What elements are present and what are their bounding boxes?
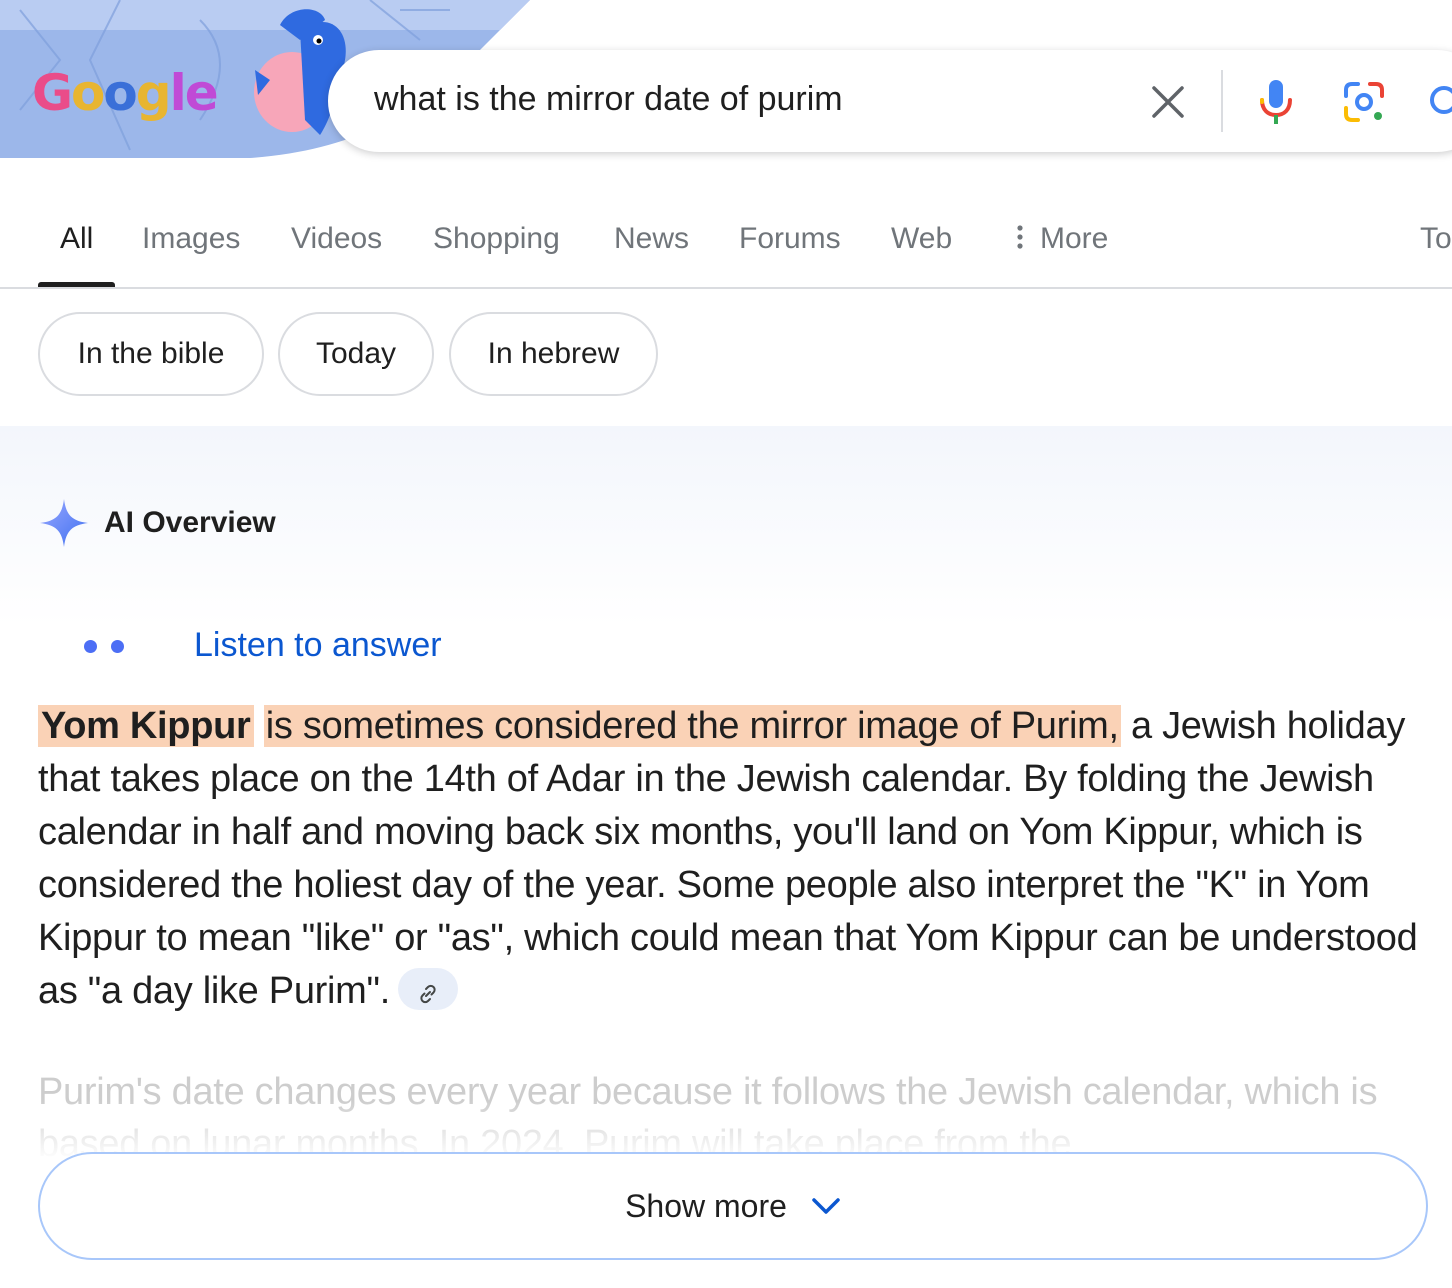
fade-overlay [0, 1100, 1452, 1160]
tab-more-label: More [1040, 222, 1109, 255]
listen-dots-icon[interactable] [84, 640, 138, 658]
answer-highlight-phrase: is sometimes considered the mirror image… [263, 705, 1121, 747]
answer-body: a Jewish holiday that takes place on the… [38, 705, 1418, 1012]
tab-forums[interactable]: Forums [739, 222, 841, 256]
answer-highlight-term: Yom Kippur [38, 705, 254, 747]
search-input[interactable]: what is the mirror date of purim [374, 80, 843, 119]
microphone-icon[interactable] [1246, 72, 1306, 132]
search-tabs: All Images Videos Shopping News Forums W… [0, 212, 1452, 288]
search-icon[interactable] [1422, 72, 1452, 132]
more-vert-icon [1017, 225, 1023, 249]
chip-in-the-bible[interactable]: In the bible [38, 312, 264, 396]
chevron-down-icon [812, 1198, 840, 1214]
show-more-button[interactable]: Show more [38, 1152, 1428, 1260]
google-lens-icon[interactable] [1334, 72, 1394, 132]
show-more-label: Show more [625, 1187, 787, 1224]
tab-shopping[interactable]: Shopping [433, 222, 560, 256]
tabs-divider [0, 287, 1452, 289]
ai-overview-title: AI Overview [104, 506, 276, 539]
tab-tools[interactable]: To [1420, 222, 1452, 256]
tab-more[interactable]: More [1014, 222, 1108, 256]
tab-videos[interactable]: Videos [291, 222, 382, 256]
chip-today[interactable]: Today [278, 312, 434, 396]
listen-to-answer-link[interactable]: Listen to answer [194, 626, 442, 665]
tab-web[interactable]: Web [891, 222, 952, 256]
ai-overview-answer: Yom Kippur is sometimes considered the m… [38, 700, 1428, 1018]
tab-news[interactable]: News [614, 222, 689, 256]
sparkle-icon [40, 499, 88, 547]
tab-all[interactable]: All [60, 222, 93, 256]
source-link-button[interactable] [397, 967, 458, 1010]
search-bar[interactable]: what is the mirror date of purim [328, 50, 1452, 152]
chip-in-hebrew[interactable]: In hebrew [449, 312, 658, 396]
search-divider [1221, 70, 1223, 132]
google-logo[interactable]: Google [32, 68, 219, 118]
tab-images[interactable]: Images [142, 222, 240, 256]
close-icon[interactable] [1138, 72, 1198, 132]
link-icon [420, 984, 436, 1004]
